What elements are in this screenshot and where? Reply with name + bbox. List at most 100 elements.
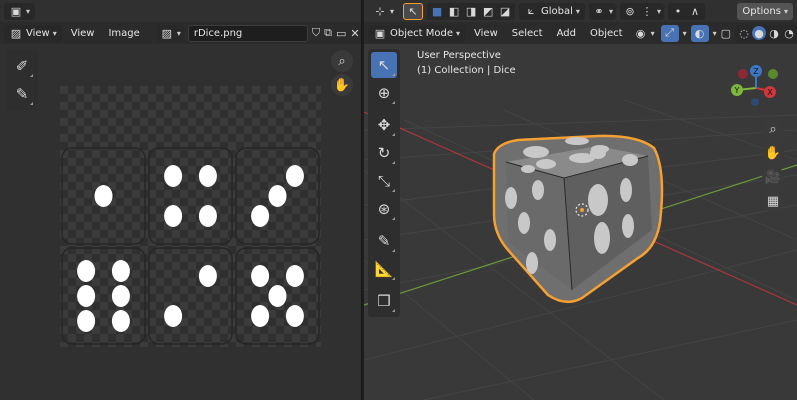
navigation-gizmo[interactable]: X Y Z xyxy=(721,58,791,118)
texture-pip xyxy=(164,305,183,327)
proportional-edit-icon: • xyxy=(674,4,682,18)
texture-pip xyxy=(77,260,96,282)
image-editor-header: ▨ View▾ View Image ▨▾ ⛉ ⧉ ▭ ✕ ✎ xyxy=(0,22,361,44)
view-mode-menu[interactable]: ▨ View ▾ xyxy=(4,24,62,42)
proportional-edit-menu[interactable]: • ∧ xyxy=(667,2,705,20)
menu-view[interactable]: View xyxy=(66,28,100,39)
select-box-icon[interactable]: ↖ xyxy=(371,52,397,78)
overlay-dropdown[interactable]: ▾ xyxy=(713,29,717,38)
transform-icon[interactable]: ⊛ xyxy=(371,196,397,222)
gizmo-toggle[interactable]: ⤢ xyxy=(660,24,679,42)
overlay-icon: ◐ xyxy=(694,26,705,40)
menu-view[interactable]: View xyxy=(469,28,503,39)
texture-pip xyxy=(198,165,217,187)
texture-pip xyxy=(251,205,270,227)
texture-pip xyxy=(77,285,96,307)
viewport-topbar: ⊹ ▾ ↖ ■ ◧ ◨ ◩ ◪ ⟀ Global ▾ ⚭ ▾ ⊚ ⋮ ▾ • ∧ Opt… xyxy=(364,0,797,22)
editor-type-menu[interactable]: ⊹ ▾ xyxy=(368,3,399,20)
pivot-icon: ⚭ xyxy=(594,4,604,18)
image-editor-area: ▣▾ ▨ View▾ View Image ▨▾ ⛉ ⧉ ▭ ✕ ✎ ✐ ✎ ⌕… xyxy=(0,0,362,400)
texture-pip xyxy=(111,285,130,307)
editor-type-icon: ▣ xyxy=(10,4,22,18)
gizmo-x-label: X xyxy=(767,88,773,97)
cursor-icon[interactable]: ⊕ xyxy=(371,80,397,106)
texture-pip xyxy=(198,265,217,287)
folder-icon[interactable]: ▭ xyxy=(336,26,346,40)
xray-icon[interactable]: ▢ xyxy=(721,26,731,40)
image-editor-topbar: ▣ ▾ xyxy=(0,0,361,22)
gizmo-icon: ⤢ xyxy=(665,26,674,39)
snapping-menu[interactable]: ⊚ ⋮ ▾ xyxy=(619,2,664,20)
image-icon: ▨ xyxy=(10,26,22,40)
shading-group[interactable]: ◌ ● ◑ ◔ xyxy=(735,24,797,42)
object-mode-icon: ▣ xyxy=(374,26,386,40)
measure-icon[interactable]: 📐 xyxy=(371,256,397,282)
move-icon[interactable]: ✥ xyxy=(371,112,397,138)
texture-pip xyxy=(285,305,304,327)
texture-pip xyxy=(164,205,183,227)
menu-add[interactable]: Add xyxy=(552,28,581,39)
shield-icon[interactable]: ⛉ xyxy=(312,26,320,40)
falloff-icon: ∧ xyxy=(690,4,699,18)
wireframe-shading-icon: ◌ xyxy=(739,26,749,40)
texture-pip xyxy=(94,185,113,207)
options-label: Options xyxy=(742,5,781,17)
select-mode-button[interactable]: ↖ xyxy=(403,2,424,20)
options-menu[interactable]: Options ▾ xyxy=(737,2,793,20)
menu-image[interactable]: Image xyxy=(103,28,144,39)
camera-icon[interactable]: 🎥 xyxy=(762,166,784,188)
viewport-title: User Perspective xyxy=(417,50,501,61)
viewport-subtitle: (1) Collection | Dice xyxy=(417,65,516,76)
cursor-icon: ↖ xyxy=(408,4,418,18)
select-box-icon: ■ xyxy=(431,4,443,18)
add-cube-icon[interactable]: ❒ xyxy=(371,288,397,314)
select-invert-icon: ◩ xyxy=(482,4,494,18)
gizmo-dropdown[interactable]: ▾ xyxy=(683,29,687,38)
texture-image xyxy=(60,86,321,347)
viewport-toolbar: ↖ ⊕ ✥ ↻ ⤡ ⊛ ✎ 📐 ❒ xyxy=(368,49,400,317)
scale-icon[interactable]: ⤡ xyxy=(371,168,397,194)
rotate-icon[interactable]: ↻ xyxy=(371,140,397,166)
zoom-icon[interactable]: ⌕ xyxy=(331,50,353,72)
eye-icon: ◉ xyxy=(635,26,646,40)
image-name-field[interactable] xyxy=(187,24,308,42)
viewport-header: ▣ Object Mode ▾ View Select Add Object ◉ ▾… xyxy=(364,22,797,44)
texture-pip xyxy=(268,285,287,307)
select-extend-icon: ◧ xyxy=(448,4,460,18)
sample-tool-icon[interactable]: ✐ xyxy=(9,53,35,79)
annotate-tool-icon[interactable]: ✎ xyxy=(9,81,35,107)
visibility-menu[interactable]: ◉ ▾ xyxy=(632,25,657,42)
selection-mode-group[interactable]: ■ ◧ ◨ ◩ ◪ xyxy=(427,2,516,20)
annotate-tool-icon[interactable]: ✎ xyxy=(371,228,397,254)
dice-object[interactable] xyxy=(488,130,672,312)
select-subtract-icon: ◨ xyxy=(465,4,477,18)
menu-select[interactable]: Select xyxy=(507,28,548,39)
hand-icon[interactable]: ✋ xyxy=(331,74,353,96)
gizmo-y-label: Y xyxy=(734,86,740,95)
image-browse-button[interactable]: ▨ ▾ xyxy=(156,24,184,42)
orientation-icon: ⟀ xyxy=(527,4,535,17)
duplicate-icon[interactable]: ⧉ xyxy=(324,26,332,40)
material-shading-icon: ◑ xyxy=(769,26,779,40)
view-mode-label: View xyxy=(26,27,50,39)
texture-pip xyxy=(164,165,183,187)
zoom-icon[interactable]: ⌕ xyxy=(762,118,784,140)
snap-target-icon: ⋮ xyxy=(641,4,653,18)
transform-orientation-menu[interactable]: ⟀ Global ▾ xyxy=(519,2,585,20)
rendered-shading-icon: ◔ xyxy=(784,26,794,40)
mode-label: Object Mode xyxy=(390,27,453,39)
texture-pip xyxy=(268,185,287,207)
menu-object[interactable]: Object xyxy=(585,28,628,39)
mode-menu[interactable]: ▣ Object Mode ▾ xyxy=(368,24,466,42)
viewport-area: ⊹ ▾ ↖ ■ ◧ ◨ ◩ ◪ ⟀ Global ▾ ⚭ ▾ ⊚ ⋮ ▾ • ∧ Opt… xyxy=(364,0,797,400)
image-toolbar: ✐ ✎ xyxy=(6,50,38,110)
editor-type-menu[interactable]: ▣ ▾ xyxy=(4,2,36,20)
hand-icon[interactable]: ✋ xyxy=(762,142,784,164)
grid-icon[interactable]: ▦ xyxy=(762,190,784,212)
overlay-toggle[interactable]: ◐ xyxy=(690,24,709,42)
close-icon[interactable]: ✕ xyxy=(350,26,359,40)
pivot-point-menu[interactable]: ⚭ ▾ xyxy=(588,2,616,20)
texture-pip xyxy=(251,265,270,287)
select-intersect-icon: ◪ xyxy=(499,4,511,18)
transform-orientation-label: Global xyxy=(541,5,573,17)
